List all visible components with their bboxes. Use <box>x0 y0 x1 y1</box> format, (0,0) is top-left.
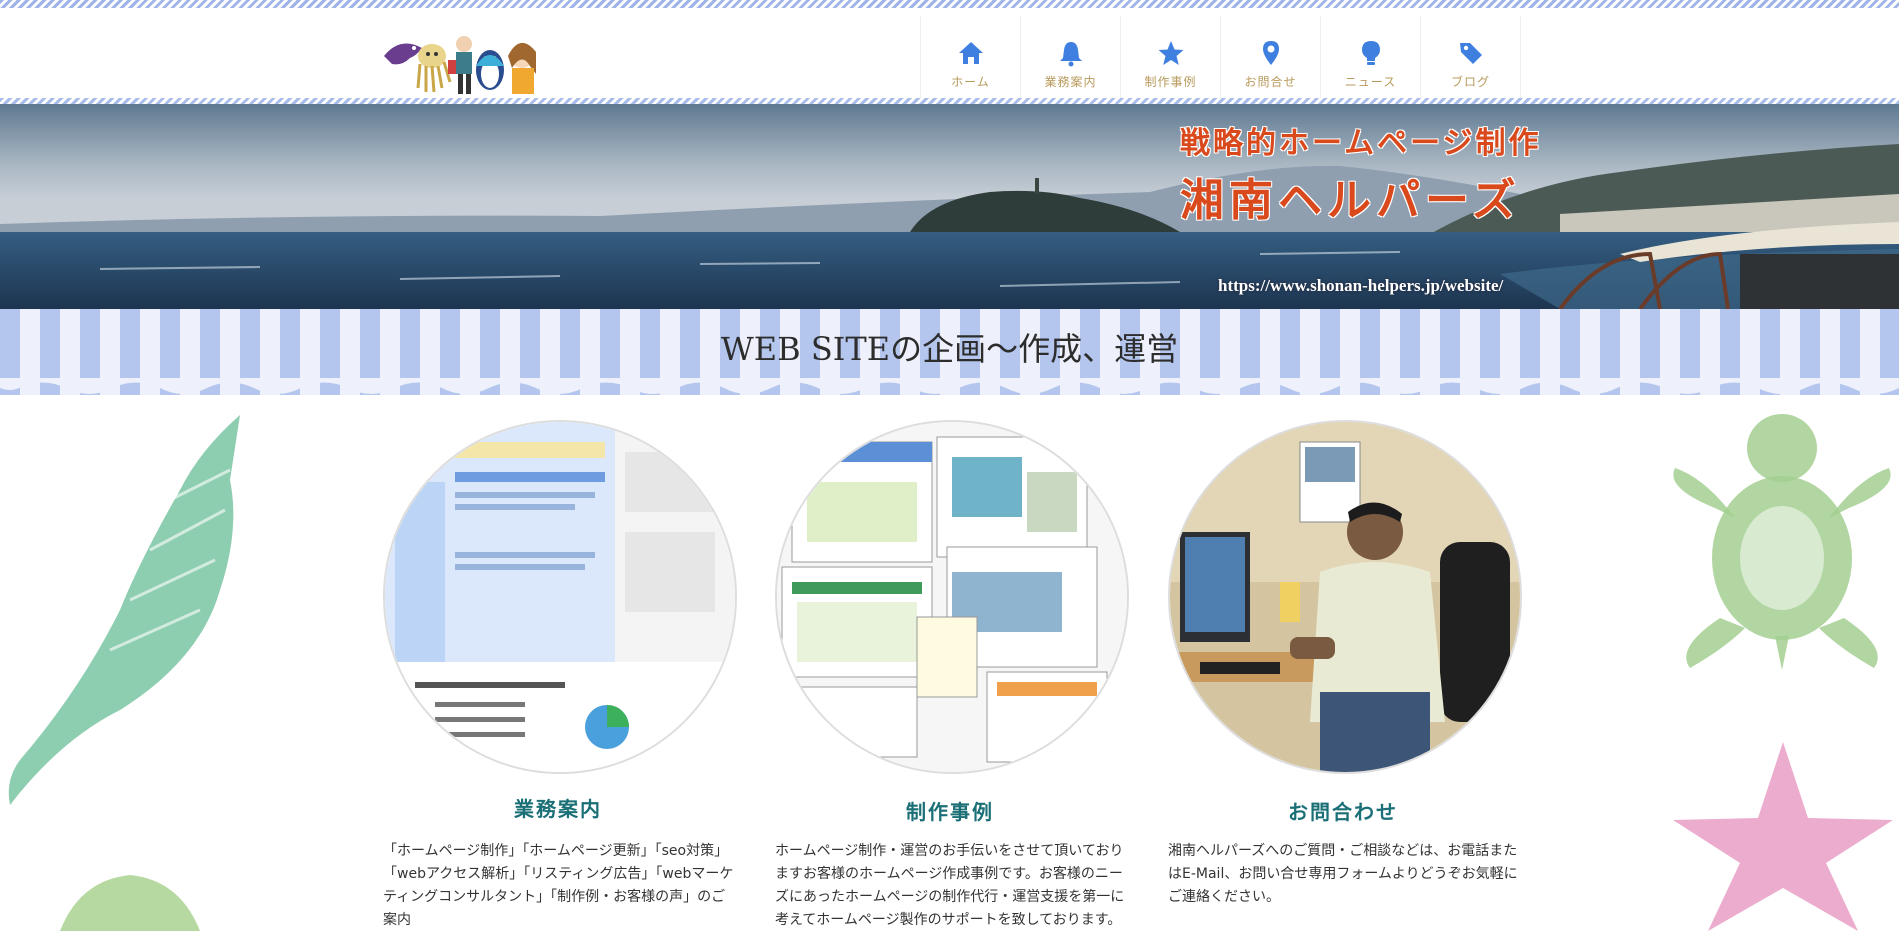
contact-heading[interactable]: お問合わせ <box>1168 796 1518 825</box>
shell-decoration-icon <box>8 415 240 805</box>
scallop-edge <box>0 378 1899 394</box>
tag-icon <box>1459 42 1482 64</box>
nav-contact-label: お問合せ <box>1244 74 1297 89</box>
shell-decoration-small-icon <box>60 875 200 931</box>
nav-services-label: 業務案内 <box>1044 74 1097 89</box>
section-title: WEB SITEの企画～作成、運営 <box>720 330 1179 368</box>
turtle-decoration-icon <box>1673 414 1891 670</box>
home-icon <box>958 41 983 64</box>
site-logo[interactable] <box>380 26 542 98</box>
hero-banner: 戦略的ホームページ制作 湘南ヘルパーズ https://www.shonan-h… <box>0 104 1899 309</box>
bell-icon <box>1059 41 1082 66</box>
works-text: ホームページ制作・運営のお手伝いをさせて頂いておりますお客様のホームページ作成事… <box>775 843 1125 928</box>
top-stripe <box>0 0 1899 8</box>
contact-text: 湘南ヘルパーズへのご質問・ご相談などは、お電話またはE-Mail、お問い合せ専用… <box>1168 843 1518 905</box>
star-icon <box>1158 40 1183 65</box>
contact-image[interactable] <box>1168 420 1522 774</box>
services-text: 「ホームページ制作」「ホームページ更新」「seo対策」「webアクセス解析」「リ… <box>383 843 734 928</box>
nav-works-label: 制作事例 <box>1144 74 1197 89</box>
lightbulb-icon <box>1361 40 1380 65</box>
works-heading[interactable]: 制作事例 <box>775 796 1125 825</box>
starfish-decoration-icon <box>1673 742 1893 931</box>
nav-home-label: ホーム <box>951 74 990 89</box>
hero-seascape-image <box>0 104 1899 309</box>
services-image[interactable] <box>383 420 737 774</box>
hero-title-line1: 戦略的ホームページ制作 <box>1180 126 1542 161</box>
nav-blog-label: ブログ <box>1450 74 1490 89</box>
works-image[interactable] <box>775 420 1129 774</box>
services-heading[interactable]: 業務案内 <box>383 793 733 822</box>
site-header: ホーム 業務案内 制作事例 お問合せ ニュース ブログ <box>0 8 1899 112</box>
map-pin-icon <box>1262 40 1279 65</box>
hero-url: https://www.shonan-helpers.jp/website/ <box>1218 276 1504 295</box>
nav-news-label: ニュース <box>1344 74 1397 89</box>
hero-title-line2: 湘南ヘルパーズ <box>1180 175 1521 226</box>
